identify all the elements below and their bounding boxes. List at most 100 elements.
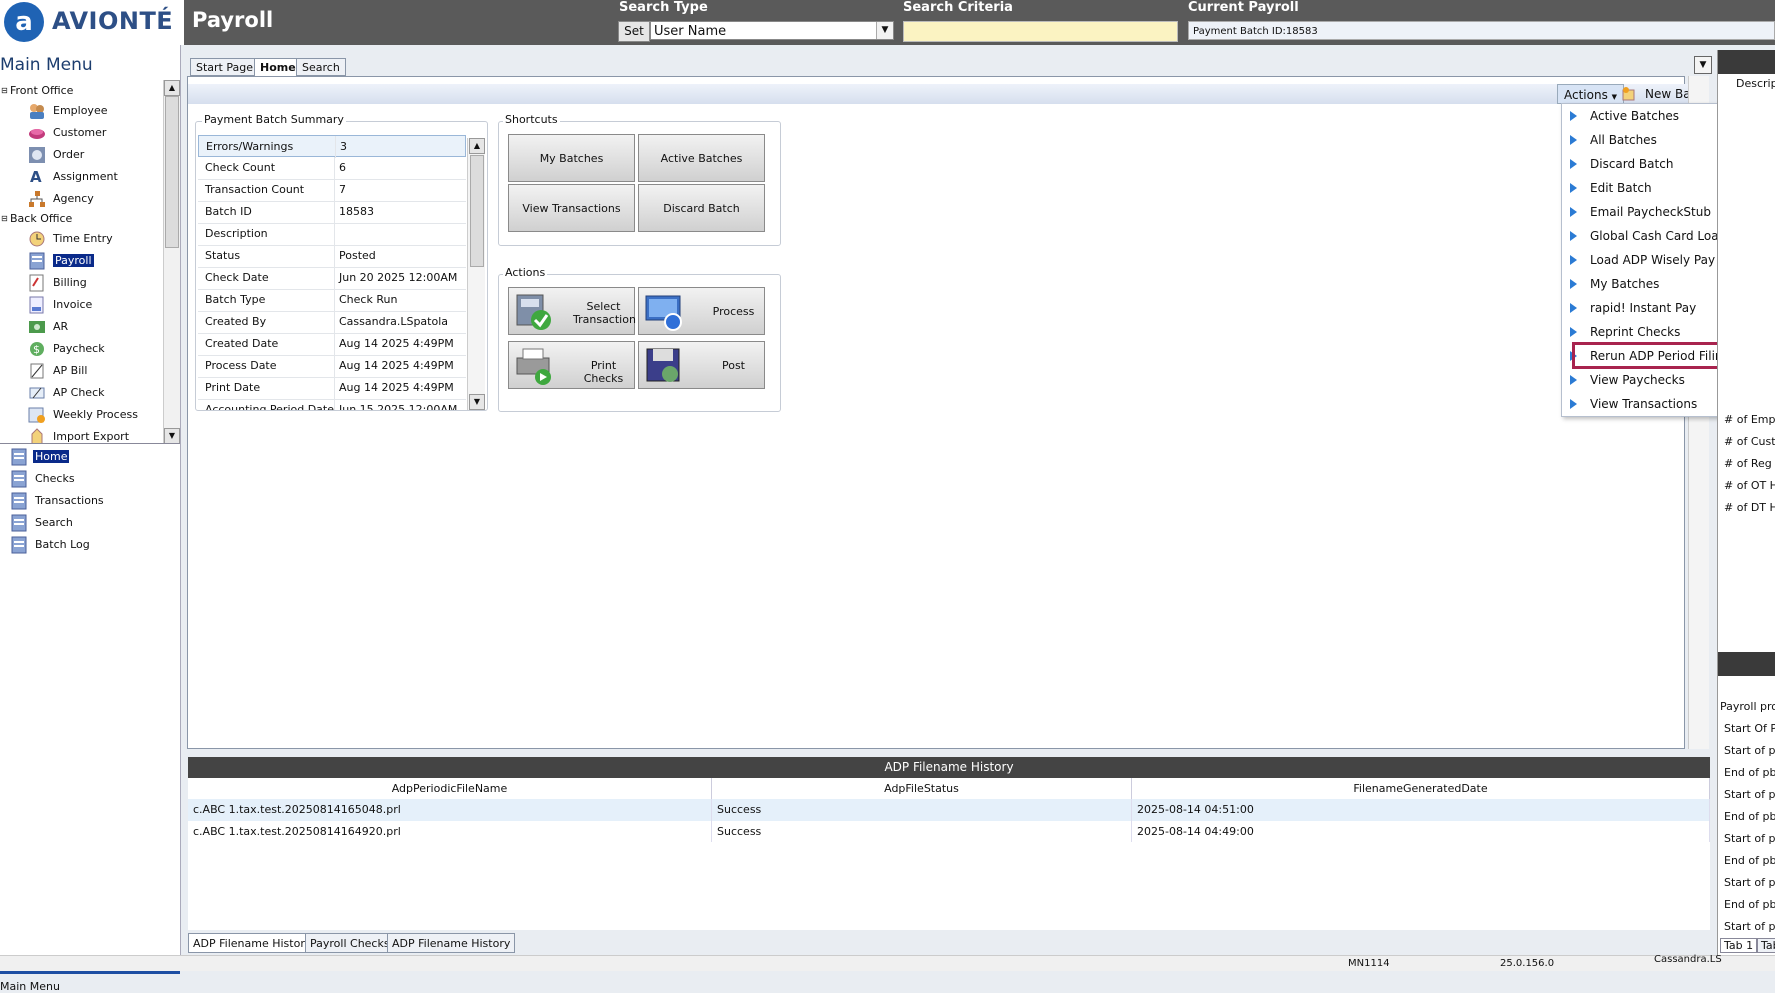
actions-label: Actions bbox=[1564, 88, 1608, 102]
tab-home[interactable]: Home bbox=[254, 58, 302, 78]
table-row[interactable]: c.ABC 1.tax.test.20250814164920.prl Succ… bbox=[188, 821, 1710, 844]
view-transactions-button[interactable]: View Transactions bbox=[508, 184, 635, 232]
tree-item-order[interactable]: Order bbox=[53, 146, 84, 164]
tab-start-page[interactable]: Start Page bbox=[190, 58, 259, 76]
column-header-generated-date[interactable]: FilenameGeneratedDate bbox=[1132, 778, 1710, 799]
process-button[interactable]: Process bbox=[638, 287, 765, 335]
bottom-tab-adp-filename-history[interactable]: ADP Filename History bbox=[188, 933, 317, 953]
stat-row: # of Emplo bbox=[1724, 413, 1775, 426]
log-header: Payroll pro bbox=[1720, 700, 1775, 713]
adp-grid-header: AdpPeriodicFileName AdpFileStatus Filena… bbox=[188, 778, 1710, 800]
tree-item-paycheck[interactable]: Paycheck bbox=[53, 340, 105, 358]
menu-item-label: Reprint Checks bbox=[1590, 325, 1681, 339]
main-menu-scrollbar[interactable]: ▲ ▼ bbox=[163, 80, 180, 444]
summary-row[interactable]: Check Date Jun 20 2025 12:00AM bbox=[198, 267, 466, 290]
select-transaction-icon bbox=[516, 294, 551, 330]
summary-row[interactable]: Status Posted bbox=[198, 245, 466, 268]
menu-arrow-icon bbox=[1570, 255, 1577, 265]
tree-item-invoice[interactable]: Invoice bbox=[53, 296, 92, 314]
scroll-up-icon[interactable]: ▲ bbox=[469, 138, 485, 154]
scroll-down-icon[interactable]: ▼ bbox=[469, 394, 485, 410]
status-version: 25.0.156.0 bbox=[1500, 958, 1555, 969]
collapse-icon[interactable]: ⊟ bbox=[1, 210, 8, 228]
paycheck-icon: $ bbox=[28, 340, 46, 358]
tree-item-import-export[interactable]: Import Export bbox=[53, 428, 129, 444]
summary-row[interactable]: Batch ID 18583 bbox=[198, 201, 466, 224]
sub-item-checks[interactable]: Checks bbox=[35, 470, 75, 488]
summary-row[interactable]: Created Date Aug 14 2025 4:49PM bbox=[198, 333, 466, 356]
scroll-down-icon[interactable]: ▼ bbox=[164, 428, 180, 444]
tree-node-front-office[interactable]: Front Office bbox=[10, 82, 73, 100]
tree-item-ap-bill[interactable]: AP Bill bbox=[53, 362, 87, 380]
table-row[interactable]: c.ABC 1.tax.test.20250814165048.prl Succ… bbox=[188, 799, 1710, 822]
select-transaction-button[interactable]: Select Transaction bbox=[508, 287, 636, 335]
bottom-tab-adp-filename-history-2[interactable]: ADP Filename History bbox=[387, 933, 516, 953]
menu-arrow-icon bbox=[1570, 327, 1577, 337]
tree-item-assignment[interactable]: Assignment bbox=[53, 168, 118, 186]
main-menu-bottom-label[interactable]: Main Menu bbox=[0, 980, 60, 993]
actions-dropdown-button[interactable]: Actions ▼ bbox=[1557, 84, 1625, 104]
menu-item-label: My Batches bbox=[1590, 277, 1660, 291]
tree-item-ap-check[interactable]: AP Check bbox=[53, 384, 105, 402]
column-header-filename[interactable]: AdpPeriodicFileName bbox=[188, 778, 712, 799]
tree-item-time-entry[interactable]: Time Entry bbox=[53, 230, 113, 248]
tree-item-weekly-process[interactable]: Weekly Process bbox=[53, 406, 138, 424]
chevron-down-icon[interactable]: ▼ bbox=[876, 22, 893, 39]
avionte-logo-icon: a bbox=[4, 2, 44, 42]
collapse-icon[interactable]: ⊟ bbox=[1, 82, 8, 100]
cell-status: Success bbox=[712, 821, 1132, 843]
summary-row[interactable]: Accounting Period Date Jun 15 2025 12:00A… bbox=[198, 399, 466, 410]
log-row: End of pbv bbox=[1724, 854, 1775, 867]
tree-item-billing[interactable]: Billing bbox=[53, 274, 87, 292]
summary-row[interactable]: Batch Type Check Run bbox=[198, 289, 466, 312]
summary-row[interactable]: Process Date Aug 14 2025 4:49PM bbox=[198, 355, 466, 378]
right-tab-2[interactable]: Tab bbox=[1757, 938, 1775, 953]
bottom-tab-payroll-checks[interactable]: Payroll Checks bbox=[305, 933, 395, 953]
summary-row[interactable]: Errors/Warnings 3 bbox=[198, 135, 466, 158]
column-header-status[interactable]: AdpFileStatus bbox=[712, 778, 1132, 799]
search-type-value: User Name bbox=[654, 24, 727, 39]
tree-item-agency[interactable]: Agency bbox=[53, 190, 94, 208]
active-batches-button[interactable]: Active Batches bbox=[638, 134, 765, 182]
summary-row[interactable]: Check Count 6 bbox=[198, 157, 466, 180]
current-payroll-field[interactable]: Payment Batch ID:18583 bbox=[1188, 21, 1775, 40]
menu-item-label: Edit Batch bbox=[1590, 181, 1652, 195]
print-checks-button[interactable]: Print Checks bbox=[508, 341, 635, 389]
search-criteria-input[interactable] bbox=[903, 21, 1178, 42]
summary-value: Aug 14 2025 4:49PM bbox=[339, 337, 454, 350]
scroll-thumb[interactable] bbox=[165, 96, 179, 248]
right-tab-1[interactable]: Tab 1 bbox=[1720, 938, 1758, 953]
sub-item-home[interactable]: Home bbox=[33, 448, 70, 466]
sub-item-search[interactable]: Search bbox=[35, 514, 73, 532]
tab-search[interactable]: Search bbox=[296, 58, 346, 76]
summary-scrollbar[interactable]: ▲ ▼ bbox=[467, 138, 485, 410]
summary-row[interactable]: Transaction Count 7 bbox=[198, 179, 466, 202]
tree-item-customer[interactable]: Customer bbox=[53, 124, 106, 142]
sub-item-transactions[interactable]: Transactions bbox=[35, 492, 104, 510]
search-type-select[interactable]: User Name ▼ bbox=[650, 21, 894, 40]
sub-item-batch-log[interactable]: Batch Log bbox=[35, 536, 90, 554]
post-button[interactable]: Post bbox=[638, 341, 765, 389]
menu-item-label: View Transactions bbox=[1590, 397, 1698, 411]
scroll-up-icon[interactable]: ▲ bbox=[164, 80, 180, 96]
post-label: Post bbox=[721, 359, 745, 372]
summary-label: Print Date bbox=[205, 381, 261, 394]
module-title: Payroll bbox=[192, 8, 274, 32]
summary-row[interactable]: Description bbox=[198, 223, 466, 246]
cell-generated-date: 2025-08-14 04:49:00 bbox=[1132, 821, 1710, 843]
tab-list-dropdown-icon[interactable]: ▼ bbox=[1694, 56, 1712, 74]
summary-row[interactable]: Created By Cassandra.LSpatola bbox=[198, 311, 466, 334]
discard-batch-button[interactable]: Discard Batch bbox=[638, 184, 765, 232]
main-menu-title: Main Menu bbox=[0, 55, 93, 75]
summary-row[interactable]: Print Date Aug 14 2025 4:49PM bbox=[198, 377, 466, 400]
print-checks-icon bbox=[516, 348, 551, 385]
view-transactions-label: View Transactions bbox=[522, 202, 621, 215]
tree-node-back-office[interactable]: Back Office bbox=[10, 210, 72, 228]
tree-item-employee[interactable]: Employee bbox=[53, 102, 107, 120]
set-button[interactable]: Set bbox=[618, 21, 650, 42]
tree-item-payroll[interactable]: Payroll bbox=[53, 252, 94, 270]
tree-item-ar[interactable]: AR bbox=[53, 318, 68, 336]
my-batches-button[interactable]: My Batches bbox=[508, 134, 635, 182]
scroll-thumb[interactable] bbox=[470, 155, 484, 267]
summary-label: Created By bbox=[205, 315, 267, 328]
